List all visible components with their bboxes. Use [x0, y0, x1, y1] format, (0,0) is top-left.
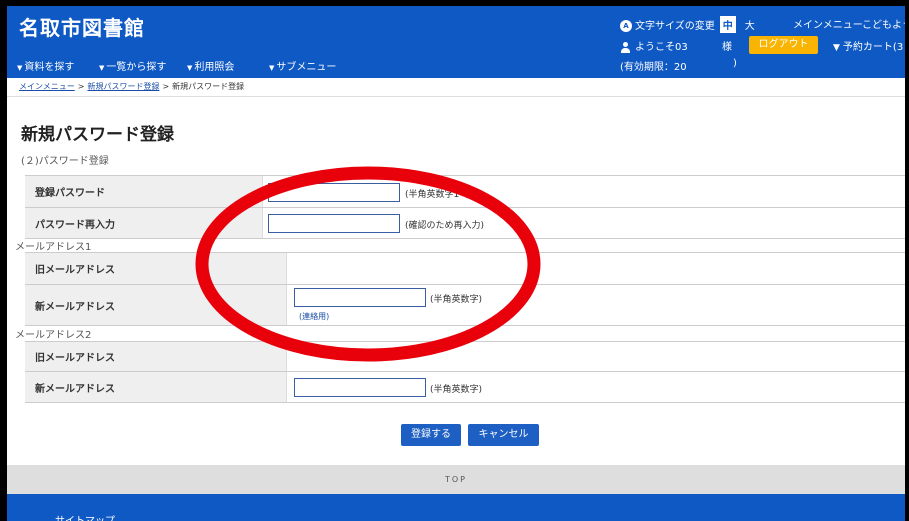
cancel-button[interactable]: キャンセル: [468, 424, 539, 446]
user-greeting: ようこそ03: [620, 38, 688, 53]
chevron-down-icon: ▼: [187, 64, 193, 72]
global-nav: ▼ 資料を探す ▼ 一覧から探す ▼ 利用照会 ▼ サブメニュー: [17, 58, 351, 73]
site-footer: サイトマップ: [7, 494, 905, 521]
text-size-control: A 文字サイズの変更中大: [620, 16, 755, 33]
breadcrumb-separator: >: [77, 82, 85, 91]
honorific: 様: [722, 42, 732, 53]
library-logo[interactable]: 名取市図書館: [19, 12, 145, 41]
breadcrumb-separator: >: [162, 82, 170, 91]
breadcrumb-home-link[interactable]: メインメニュー: [19, 82, 75, 91]
validity-period: (有効期限：20: [620, 62, 687, 73]
breadcrumb-parent-link[interactable]: 新規パスワード登録: [87, 82, 159, 91]
kids-page-link[interactable]: こどもよう: [862, 16, 905, 31]
email2-new-input[interactable]: [294, 378, 426, 397]
logout-button[interactable]: ログアウト: [749, 36, 818, 54]
email2-group-label: メールアドレス2: [15, 330, 92, 341]
nav-label: 利用照会: [194, 62, 235, 73]
chevron-down-icon: ▼: [99, 64, 105, 72]
cart-icon: ▼: [833, 43, 840, 53]
nav-search-materials[interactable]: ▼ 資料を探す: [17, 58, 99, 73]
email1-table: 旧メールアドレス 新メールアドレス (半角英数字) (連絡用): [25, 252, 905, 326]
register-password-input[interactable]: [268, 183, 400, 202]
email2-new-label: 新メールアドレス: [25, 372, 287, 402]
welcome-text: ようこそ03: [635, 42, 688, 53]
register-button[interactable]: 登録する: [401, 424, 461, 446]
nav-label: 一覧から探す: [106, 62, 167, 73]
nav-label: 資料を探す: [24, 62, 75, 73]
browser-viewport: 名取市図書館 A文字サイズの変更中大 メインメニュー こどもよう ようこそ03 …: [7, 6, 905, 521]
register-password-label: 登録パスワード: [25, 176, 263, 207]
email2-new-hint: (半角英数字): [430, 385, 483, 395]
validity-period-close: ): [733, 58, 737, 69]
register-password-hint: (半角英数字1～8: [405, 190, 474, 200]
cart-label: 予約カート(3: [842, 42, 904, 53]
confirm-password-label: パスワード再入力: [25, 208, 263, 238]
text-size-large-button[interactable]: 大: [745, 21, 755, 32]
section-label: (２)パスワード登録: [21, 156, 109, 167]
back-to-top-link[interactable]: TOP: [7, 465, 905, 494]
breadcrumb: メインメニュー > 新規パスワード登録 > 新規パスワード登録: [19, 81, 244, 92]
email1-old-row: 旧メールアドレス: [25, 253, 905, 285]
divider: [7, 96, 905, 97]
email2-old-row: 旧メールアドレス: [25, 342, 905, 372]
nav-browse-lists[interactable]: ▼ 一覧から探す: [99, 58, 187, 73]
text-size-icon: A: [620, 20, 632, 32]
email2-table: 旧メールアドレス 新メールアドレス (半角英数字): [25, 341, 905, 403]
nav-usage-inquiry[interactable]: ▼ 利用照会: [187, 58, 269, 73]
sitemap-link[interactable]: サイトマップ: [55, 512, 115, 521]
email1-new-hint: (半角英数字): [430, 295, 483, 305]
confirm-password-hint: (確認のため再入力): [405, 221, 485, 231]
text-size-medium-button[interactable]: 中: [719, 16, 736, 33]
nav-submenu[interactable]: ▼ サブメニュー: [269, 58, 351, 73]
chevron-down-icon: ▼: [17, 64, 23, 72]
breadcrumb-current: 新規パスワード登録: [172, 82, 245, 91]
confirm-password-row: パスワード再入力 (確認のため再入力): [25, 208, 905, 239]
user-icon: [620, 41, 631, 53]
email1-group-label: メールアドレス1: [15, 242, 92, 253]
email1-new-input[interactable]: [294, 288, 426, 307]
page-title: 新規パスワード登録: [21, 125, 174, 145]
email1-new-row: 新メールアドレス (半角英数字) (連絡用): [25, 285, 905, 326]
password-row: 登録パスワード (半角英数字1～8: [25, 176, 905, 208]
reservation-cart-link[interactable]: ▼ 予約カート(3: [833, 38, 903, 53]
nav-label: サブメニュー: [276, 62, 337, 73]
password-table: 登録パスワード (半角英数字1～8 パスワード再入力 (確認のため再入力): [25, 175, 905, 239]
email1-new-label: 新メールアドレス: [25, 285, 287, 325]
confirm-password-input[interactable]: [268, 214, 400, 233]
email1-old-label: 旧メールアドレス: [25, 253, 287, 284]
text-size-label: 文字サイズの変更: [635, 21, 715, 32]
email2-old-label: 旧メールアドレス: [25, 342, 287, 371]
email1-contact-note: (連絡用): [299, 312, 330, 321]
site-header: 名取市図書館 A文字サイズの変更中大 メインメニュー こどもよう ようこそ03 …: [7, 6, 905, 78]
email2-new-row: 新メールアドレス (半角英数字): [25, 372, 905, 403]
main-menu-link[interactable]: メインメニュー: [793, 16, 863, 31]
chevron-down-icon: ▼: [269, 64, 275, 72]
